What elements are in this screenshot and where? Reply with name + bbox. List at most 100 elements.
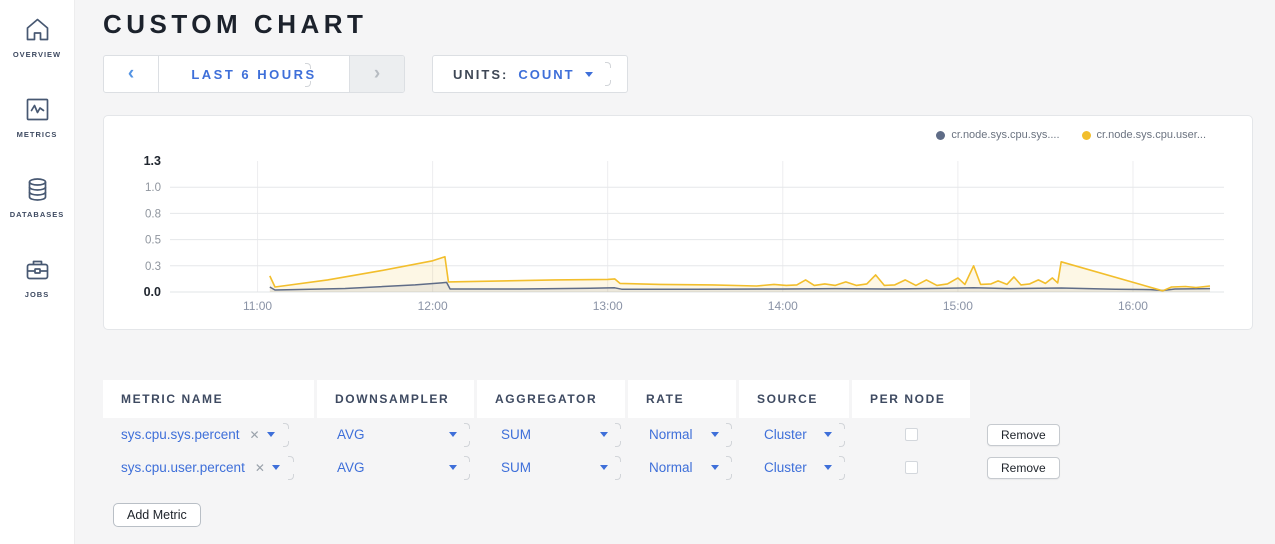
dropdown-corner-decoration xyxy=(615,456,621,480)
legend-item[interactable]: cr.node.sys.cpu.user... xyxy=(1082,129,1206,141)
sidebar-item-label: JOBS xyxy=(25,290,49,299)
page-title: CUSTOM CHART xyxy=(103,9,367,40)
per-node-cell xyxy=(852,418,970,451)
chevron-right-icon: › xyxy=(374,64,380,83)
units-label: UNITS: xyxy=(453,67,508,82)
downsampler-value: AVG xyxy=(337,427,365,442)
custom-chart: 1.31.00.80.50.30.011:0012:0013:0014:0015… xyxy=(104,146,1252,328)
table-row: sys.cpu.user.percent ✕ AVG SUM Normal Cl… xyxy=(103,451,1060,484)
rate-value: Normal xyxy=(649,460,693,475)
main-content: CUSTOM CHART ‹ LAST 6 HOURS › UNITS: COU… xyxy=(75,0,1275,544)
legend-item[interactable]: cr.node.sys.cpu.sys.... xyxy=(936,129,1059,141)
metrics-table: METRIC NAME DOWNSAMPLER AGGREGATOR RATE … xyxy=(103,380,1060,484)
dropdown-corner-decoration xyxy=(283,423,289,447)
metric-name-value: sys.cpu.sys.percent xyxy=(121,427,240,442)
legend-label: cr.node.sys.cpu.user... xyxy=(1097,129,1206,141)
sidebar-item-overview[interactable]: OVERVIEW xyxy=(0,16,75,96)
table-row: sys.cpu.sys.percent ✕ AVG SUM Normal Clu… xyxy=(103,418,1060,451)
chevron-left-icon: ‹ xyxy=(128,64,134,83)
time-next-button[interactable]: › xyxy=(349,56,404,92)
svg-text:0.0: 0.0 xyxy=(144,285,161,299)
legend-dot-icon xyxy=(1082,131,1091,140)
caret-down-icon xyxy=(600,432,608,437)
home-icon xyxy=(24,16,51,43)
legend-label: cr.node.sys.cpu.sys.... xyxy=(951,129,1059,141)
sidebar-item-databases[interactable]: DATABASES xyxy=(0,176,75,256)
caret-down-icon xyxy=(449,432,457,437)
databases-icon xyxy=(24,176,51,203)
caret-down-icon xyxy=(711,465,719,470)
dropdown-corner-decoration xyxy=(726,423,732,447)
chart-panel: cr.node.sys.cpu.sys.... cr.node.sys.cpu.… xyxy=(103,115,1253,330)
source-value: Cluster xyxy=(764,460,807,475)
svg-text:1.3: 1.3 xyxy=(144,154,161,168)
aggregator-value: SUM xyxy=(501,460,531,475)
legend-dot-icon xyxy=(936,131,945,140)
clear-metric-icon[interactable]: ✕ xyxy=(255,461,265,475)
sidebar-item-metrics[interactable]: METRICS xyxy=(0,96,75,176)
chart-legend: cr.node.sys.cpu.sys.... cr.node.sys.cpu.… xyxy=(936,129,1206,141)
downsampler-value: AVG xyxy=(337,460,365,475)
col-header-downsampler: DOWNSAMPLER xyxy=(317,380,474,418)
aggregator-select[interactable]: SUM xyxy=(477,451,625,484)
svg-text:11:00: 11:00 xyxy=(243,299,272,313)
source-select[interactable]: Cluster xyxy=(739,451,849,484)
per-node-cell xyxy=(852,451,970,484)
col-header-rate: RATE xyxy=(628,380,736,418)
metric-name-select[interactable]: sys.cpu.user.percent ✕ xyxy=(103,451,314,484)
aggregator-value: SUM xyxy=(501,427,531,442)
svg-text:0.3: 0.3 xyxy=(145,261,161,273)
source-select[interactable]: Cluster xyxy=(739,418,849,451)
caret-down-icon xyxy=(272,465,280,470)
remove-metric-button[interactable]: Remove xyxy=(987,457,1060,479)
svg-text:1.0: 1.0 xyxy=(145,182,161,194)
dropdown-corner-decoration xyxy=(288,456,294,480)
rate-value: Normal xyxy=(649,427,693,442)
svg-text:14:00: 14:00 xyxy=(768,299,798,313)
sidebar-item-label: METRICS xyxy=(17,130,58,139)
dropdown-corner-decoration xyxy=(839,456,845,480)
time-range-dropdown[interactable]: LAST 6 HOURS xyxy=(159,56,349,92)
caret-down-icon xyxy=(449,465,457,470)
col-header-per-node: PER NODE xyxy=(852,380,970,418)
dropdown-corner-decoration xyxy=(464,423,470,447)
dropdown-corner-decoration xyxy=(305,63,311,87)
downsampler-select[interactable]: AVG xyxy=(317,451,474,484)
dropdown-corner-decoration xyxy=(605,62,611,86)
dropdown-corner-decoration xyxy=(464,456,470,480)
per-node-checkbox[interactable] xyxy=(905,461,918,474)
dropdown-corner-decoration xyxy=(726,456,732,480)
per-node-checkbox[interactable] xyxy=(905,428,918,441)
remove-metric-button[interactable]: Remove xyxy=(987,424,1060,446)
clear-metric-icon[interactable]: ✕ xyxy=(250,428,260,442)
metrics-icon xyxy=(24,96,51,123)
table-header: METRIC NAME DOWNSAMPLER AGGREGATOR RATE … xyxy=(103,380,1060,418)
sidebar: OVERVIEW METRICS DATABASES xyxy=(0,0,75,544)
dropdown-corner-decoration xyxy=(839,423,845,447)
rate-select[interactable]: Normal xyxy=(628,451,736,484)
col-header-source: SOURCE xyxy=(739,380,849,418)
controls-row: ‹ LAST 6 HOURS › UNITS: COUNT xyxy=(103,55,628,93)
dropdown-corner-decoration xyxy=(615,423,621,447)
svg-text:0.5: 0.5 xyxy=(145,235,161,247)
sidebar-item-label: DATABASES xyxy=(10,210,65,219)
svg-text:12:00: 12:00 xyxy=(418,299,448,313)
caret-down-icon xyxy=(585,72,593,77)
time-window-selector: ‹ LAST 6 HOURS › xyxy=(103,55,405,93)
aggregator-select[interactable]: SUM xyxy=(477,418,625,451)
rate-select[interactable]: Normal xyxy=(628,418,736,451)
caret-down-icon xyxy=(711,432,719,437)
add-metric-button[interactable]: Add Metric xyxy=(113,503,201,527)
svg-text:13:00: 13:00 xyxy=(593,299,623,313)
units-dropdown[interactable]: UNITS: COUNT xyxy=(432,55,628,93)
time-prev-button[interactable]: ‹ xyxy=(104,56,159,92)
metric-name-select[interactable]: sys.cpu.sys.percent ✕ xyxy=(103,418,314,451)
metric-name-value: sys.cpu.user.percent xyxy=(121,460,245,475)
time-range-label: LAST 6 HOURS xyxy=(191,67,316,82)
downsampler-select[interactable]: AVG xyxy=(317,418,474,451)
sidebar-item-jobs[interactable]: JOBS xyxy=(0,256,75,336)
source-value: Cluster xyxy=(764,427,807,442)
col-header-aggregator: AGGREGATOR xyxy=(477,380,625,418)
caret-down-icon xyxy=(824,465,832,470)
jobs-icon xyxy=(24,256,51,283)
